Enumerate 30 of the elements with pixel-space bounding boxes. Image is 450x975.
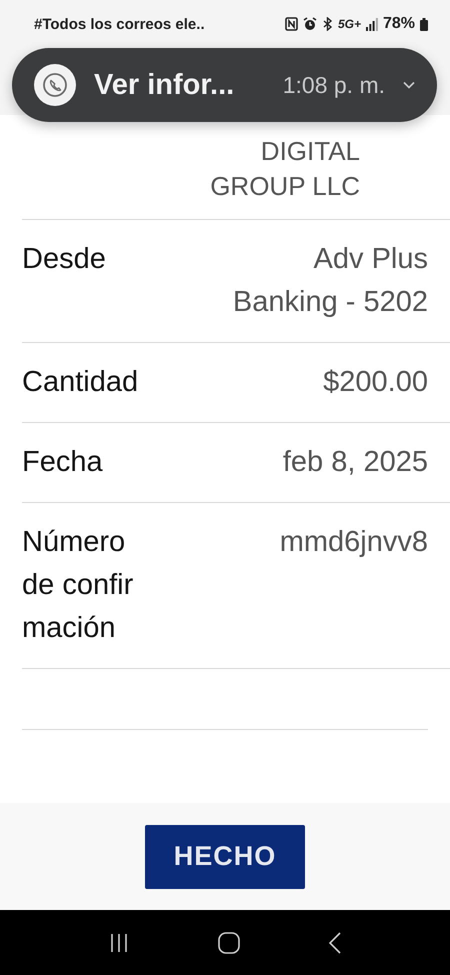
detail-value: $200.00 xyxy=(323,365,428,400)
detail-label: Número xyxy=(22,525,126,560)
detail-value: feb 8, 2025 xyxy=(282,445,428,480)
bluetooth-icon xyxy=(322,17,333,31)
phone-icon xyxy=(34,64,76,106)
alarm-icon xyxy=(302,17,317,31)
recipient-name-line: DIGITAL xyxy=(260,135,360,168)
chevron-down-icon[interactable] xyxy=(403,81,415,89)
recent-apps-icon[interactable] xyxy=(109,932,130,952)
recipient-name-line: GROUP LLC xyxy=(210,170,360,203)
home-icon[interactable] xyxy=(218,932,240,954)
detail-value: Adv Plus xyxy=(314,242,428,277)
detail-label: mación xyxy=(22,611,116,646)
battery-percent: 78% xyxy=(382,15,415,33)
detail-value: mmd6jnvv8 xyxy=(280,525,428,560)
notification-time: 1:08 p. m. xyxy=(282,72,385,98)
detail-label: Fecha xyxy=(22,445,103,480)
done-button[interactable]: HECHO xyxy=(145,824,305,888)
nfc-icon xyxy=(284,17,298,31)
back-icon[interactable] xyxy=(328,932,341,954)
signal-icon xyxy=(366,18,378,30)
detail-label: Desde xyxy=(22,242,106,277)
detail-value: Banking - 5202 xyxy=(232,285,428,320)
notification-banner[interactable]: Ver infor... 1:08 p. m. xyxy=(12,48,437,122)
detail-label: Cantidad xyxy=(22,365,138,400)
detail-label: de confir xyxy=(22,568,134,603)
battery-icon xyxy=(420,18,428,30)
notification-text: #Todos los correos ele.. xyxy=(34,16,206,32)
network-label: 5G+ xyxy=(338,17,361,31)
notification-title: Ver infor... xyxy=(94,68,236,102)
